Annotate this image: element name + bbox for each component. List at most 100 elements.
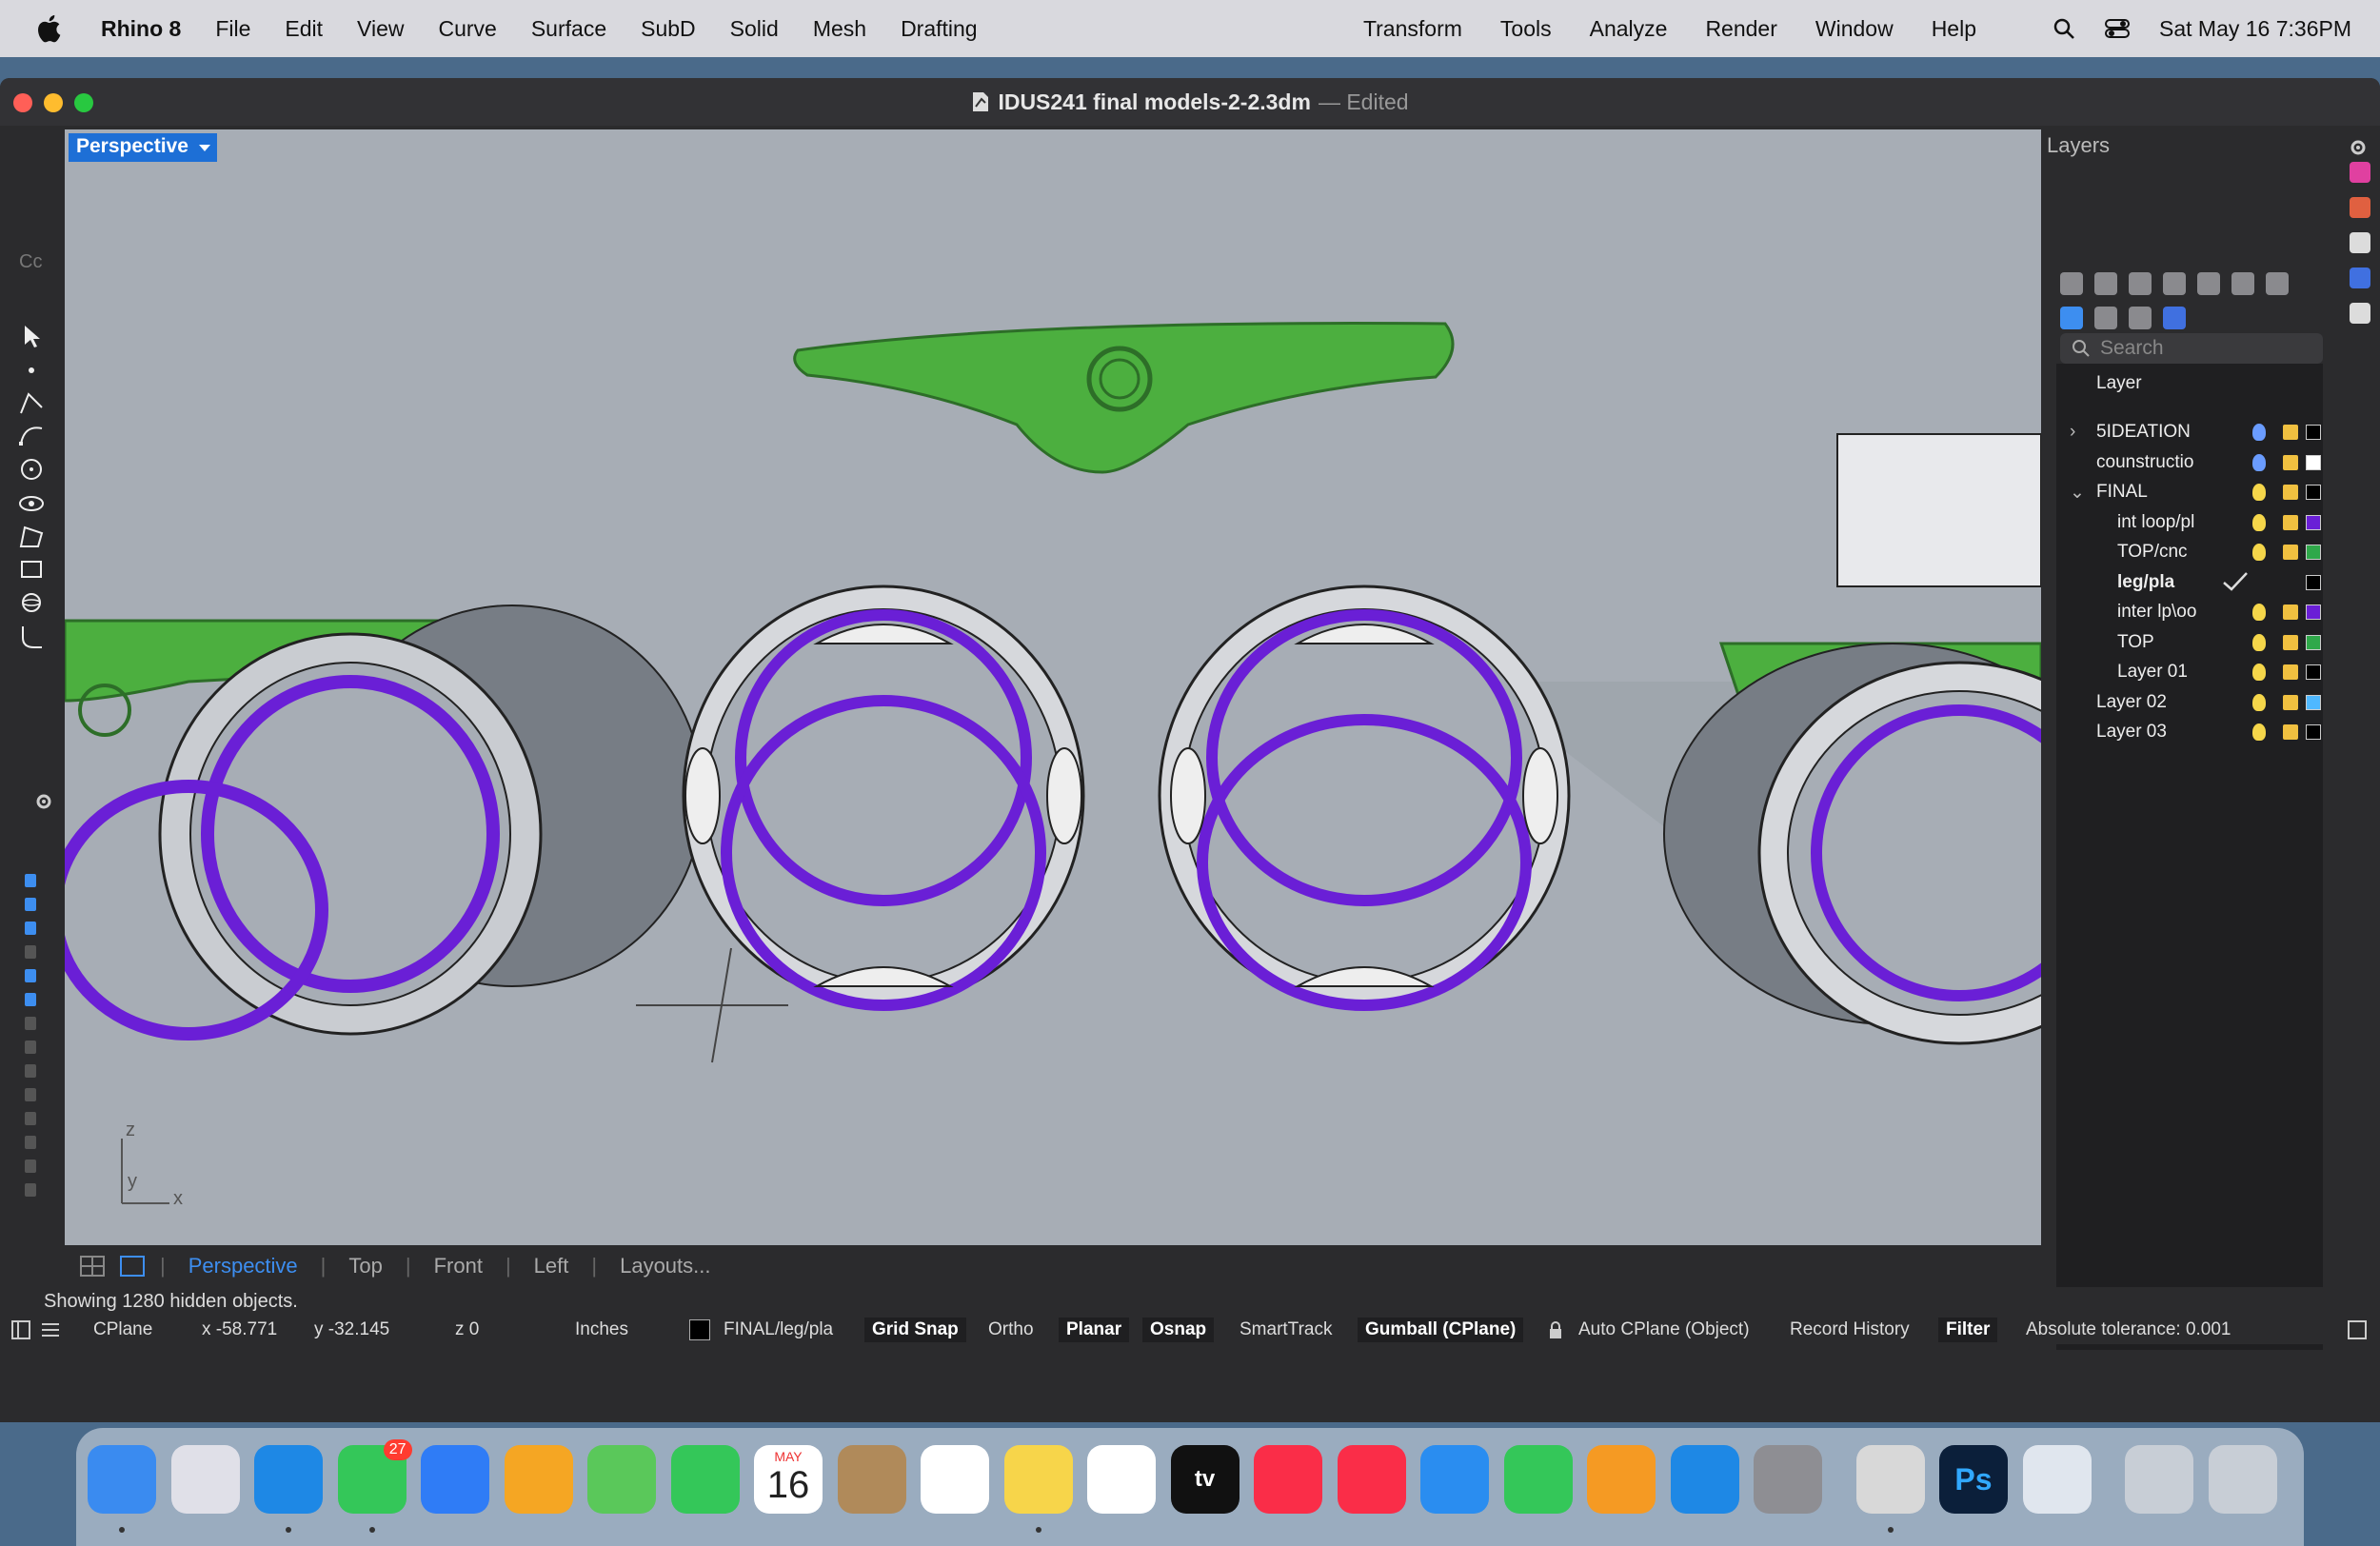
menu-surface[interactable]: Surface <box>531 16 606 42</box>
fillet-icon[interactable] <box>15 621 48 653</box>
layer-search-input[interactable]: Search <box>2060 333 2323 364</box>
ortho-toggle[interactable]: Ortho <box>988 1319 1034 1340</box>
cylinder-right[interactable] <box>1836 433 2041 587</box>
layer-row[interactable]: inter lp\oo <box>2056 597 2323 627</box>
news-icon[interactable] <box>1337 1445 1406 1514</box>
layer-color-swatch[interactable] <box>2306 454 2321 470</box>
layer-name[interactable]: counstructio <box>2096 452 2193 473</box>
menu-window[interactable]: Window <box>1815 16 1894 42</box>
light-bulb-icon[interactable] <box>2252 544 2266 561</box>
ring-center-right[interactable] <box>1158 585 1571 1011</box>
grid-view-icon[interactable] <box>2094 307 2117 329</box>
photos-icon[interactable] <box>504 1445 573 1514</box>
menu-drafting[interactable]: Drafting <box>901 16 978 42</box>
layer-name[interactable]: TOP <box>2117 632 2154 653</box>
lock-icon[interactable] <box>1548 1321 1563 1340</box>
layer-row[interactable]: › 5IDEATION <box>2056 417 2323 447</box>
safari-icon[interactable] <box>254 1445 323 1514</box>
layer-name[interactable]: leg/pla <box>2117 572 2174 593</box>
layer-row[interactable]: TOP <box>2056 627 2323 658</box>
visibility-checkbox[interactable] <box>25 1088 36 1101</box>
revolve-icon[interactable] <box>15 487 48 520</box>
layer-color-swatch[interactable] <box>2306 545 2321 560</box>
tab-layouts[interactable]: Layouts... <box>620 1254 710 1278</box>
layer-row[interactable]: Layer 03 <box>2056 717 2323 747</box>
spotlight-search-icon[interactable] <box>2053 17 2075 40</box>
messages-icon[interactable]: 27 <box>337 1439 412 1514</box>
menu-tools[interactable]: Tools <box>1500 16 1552 42</box>
light-bulb-icon[interactable] <box>2252 723 2266 741</box>
freeform-icon[interactable] <box>1087 1445 1156 1514</box>
menu-file[interactable]: File <box>215 16 250 42</box>
osnap-toggle[interactable]: Osnap <box>1142 1318 1215 1342</box>
visibility-checkbox[interactable] <box>25 1064 36 1078</box>
layer-name[interactable]: inter lp\oo <box>2117 602 2196 623</box>
move-up-icon[interactable] <box>2197 272 2220 295</box>
tab-left[interactable]: Left <box>534 1254 569 1278</box>
curve-icon[interactable] <box>15 419 48 451</box>
notes-icon[interactable] <box>1003 1445 1073 1514</box>
layer-name[interactable]: Layer 03 <box>2096 722 2167 743</box>
current-layer-swatch[interactable] <box>689 1319 710 1340</box>
maximize-panel-icon[interactable] <box>2348 1320 2367 1339</box>
launchpad-icon[interactable] <box>170 1445 240 1514</box>
filter-icon[interactable] <box>2060 307 2083 329</box>
light-bulb-icon[interactable] <box>2252 633 2266 651</box>
facetime-icon[interactable] <box>670 1445 740 1514</box>
visibility-checkbox[interactable] <box>25 1017 36 1030</box>
tab-front[interactable]: Front <box>434 1254 483 1278</box>
trash-icon[interactable] <box>2208 1445 2277 1514</box>
light-bulb-icon[interactable] <box>2252 513 2266 531</box>
menu-analyze[interactable]: Analyze <box>1590 16 1668 42</box>
menu-subd[interactable]: SubD <box>641 16 696 42</box>
layer-color-swatch[interactable] <box>2306 634 2321 650</box>
new-layer-icon[interactable] <box>2060 272 2083 295</box>
calendar-icon[interactable]: MAY 16 <box>754 1445 823 1514</box>
help-panel-icon[interactable] <box>2350 268 2370 288</box>
layer-row[interactable]: counstructio <box>2056 447 2323 478</box>
display-panel-icon[interactable] <box>2350 232 2370 253</box>
pages-icon[interactable] <box>1587 1445 1656 1514</box>
visibility-checkbox[interactable] <box>25 1160 36 1173</box>
layer-row[interactable]: int loop/pl <box>2056 507 2323 538</box>
collapse-arrow-icon[interactable]: ⌄ <box>2070 482 2085 504</box>
visibility-checkbox[interactable] <box>25 898 36 911</box>
visibility-checkbox[interactable] <box>25 1136 36 1149</box>
apple-tv-icon[interactable]: tv <box>1170 1445 1240 1514</box>
numbers-icon[interactable] <box>1503 1445 1573 1514</box>
maps-icon[interactable] <box>587 1445 656 1514</box>
minimize-window-button[interactable] <box>44 93 63 112</box>
photoshop-icon[interactable]: Ps <box>1939 1445 2008 1514</box>
unlocked-icon[interactable] <box>2283 634 2298 650</box>
layer-row[interactable]: Layer 01 <box>2056 657 2323 687</box>
contacts-icon[interactable] <box>837 1445 906 1514</box>
unlocked-icon[interactable] <box>2283 724 2298 740</box>
layer-name[interactable]: TOP/cnc <box>2117 542 2188 563</box>
keynote-icon[interactable] <box>1420 1445 1489 1514</box>
unlocked-icon[interactable] <box>2283 664 2298 680</box>
light-bulb-icon[interactable] <box>2252 424 2266 441</box>
unlocked-icon[interactable] <box>2283 694 2298 710</box>
system-settings-icon[interactable] <box>1754 1445 1822 1514</box>
light-bulb-icon[interactable] <box>2252 453 2266 471</box>
layer-name[interactable]: Layer 01 <box>2117 662 2188 683</box>
mail-icon[interactable] <box>421 1445 489 1514</box>
list-icon[interactable] <box>40 1320 61 1339</box>
menu-transform[interactable]: Transform <box>1363 16 1462 42</box>
visibility-checkbox[interactable] <box>25 1041 36 1054</box>
polyline-icon[interactable] <box>15 386 48 419</box>
visibility-checkbox[interactable] <box>25 1183 36 1197</box>
layer-color-swatch[interactable] <box>2306 605 2321 620</box>
grid-snap-toggle[interactable]: Grid Snap <box>864 1318 966 1342</box>
delete-layer-icon[interactable] <box>2129 272 2152 295</box>
visibility-checkbox[interactable] <box>25 874 36 887</box>
panel-toggle-icon[interactable] <box>11 1320 30 1339</box>
gumball-toggle[interactable]: Gumball (CPlane) <box>1358 1318 1524 1342</box>
record-history-toggle[interactable]: Record History <box>1790 1319 1910 1340</box>
move-down-icon[interactable] <box>2231 272 2254 295</box>
menu-curve[interactable]: Curve <box>438 16 496 42</box>
reminders-icon[interactable] <box>921 1445 989 1514</box>
unlocked-icon[interactable] <box>2283 514 2298 530</box>
menu-view[interactable]: View <box>357 16 404 42</box>
four-viewport-layout-icon[interactable] <box>80 1256 105 1277</box>
